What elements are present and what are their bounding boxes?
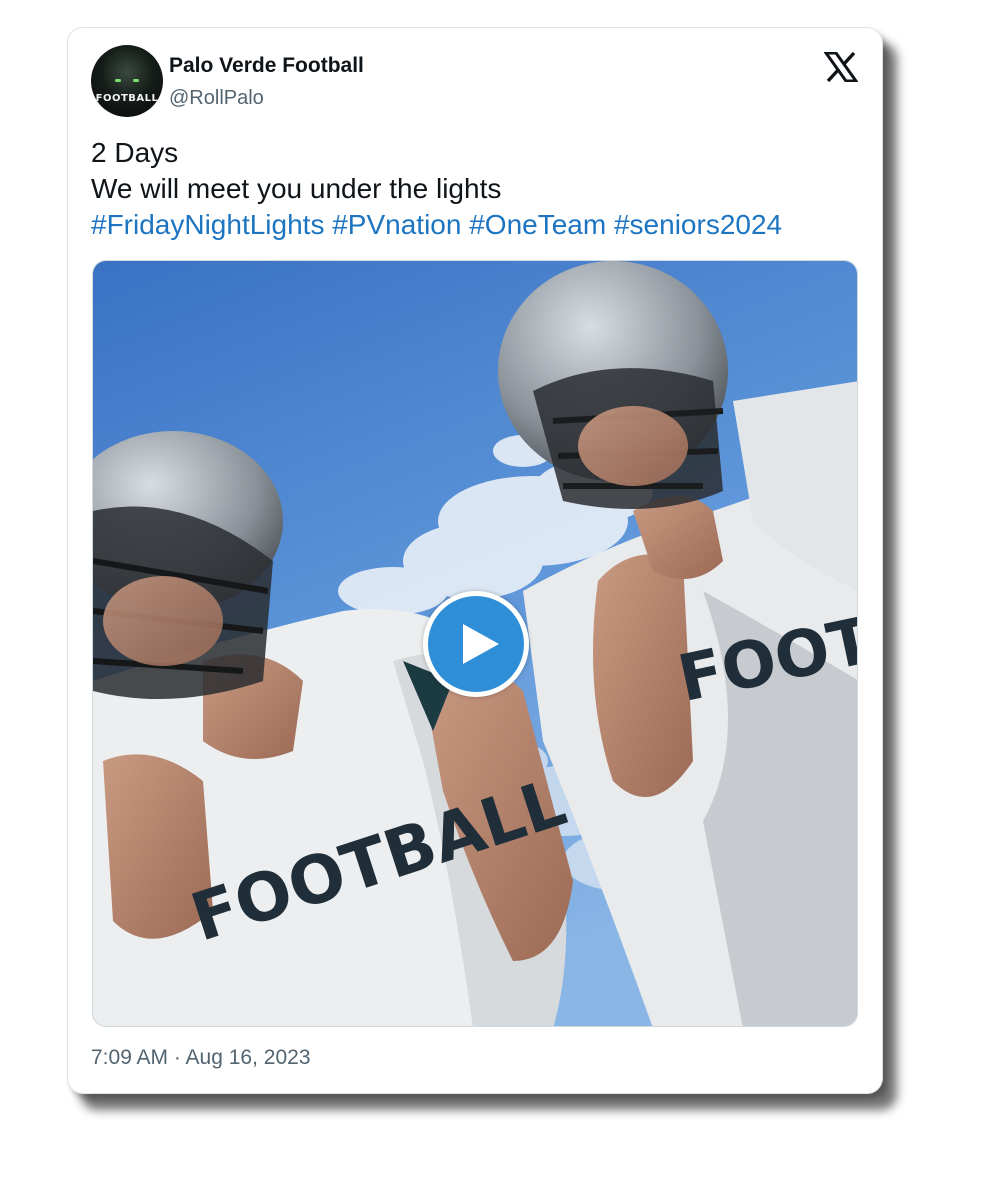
tweet-timestamp[interactable]: 7:09 AM · Aug 16, 2023 (91, 1046, 311, 1070)
tweet-card: FOOTBALL Palo Verde Football @RollPalo 2… (67, 27, 883, 1094)
author-handle[interactable]: @RollPalo (169, 87, 264, 110)
avatar-eye-right (133, 79, 139, 82)
play-button[interactable] (423, 591, 529, 697)
hashtag-link[interactable]: #seniors2024 (614, 209, 782, 240)
video-media[interactable]: FOOTBALL FOOTBALL (92, 260, 858, 1027)
tweet-text: 2 Days We will meet you under the lights… (91, 135, 871, 243)
hashtag-link[interactable]: #OneTeam (469, 209, 606, 240)
hashtag-link[interactable]: #FridayNightLights (91, 209, 324, 240)
hashtag-link[interactable]: #PVnation (332, 209, 461, 240)
avatar-text: FOOTBALL (95, 93, 159, 104)
tweet-line: We will meet you under the lights (91, 173, 502, 204)
tweet-line: 2 Days (91, 137, 179, 168)
avatar-eye-left (115, 79, 121, 82)
hashtag-row: #FridayNightLights #PVnation #OneTeam #s… (91, 207, 871, 243)
author-name[interactable]: Palo Verde Football (169, 54, 364, 78)
author-avatar[interactable]: FOOTBALL (91, 45, 163, 117)
x-logo-icon[interactable] (823, 51, 859, 83)
play-icon (463, 624, 499, 664)
